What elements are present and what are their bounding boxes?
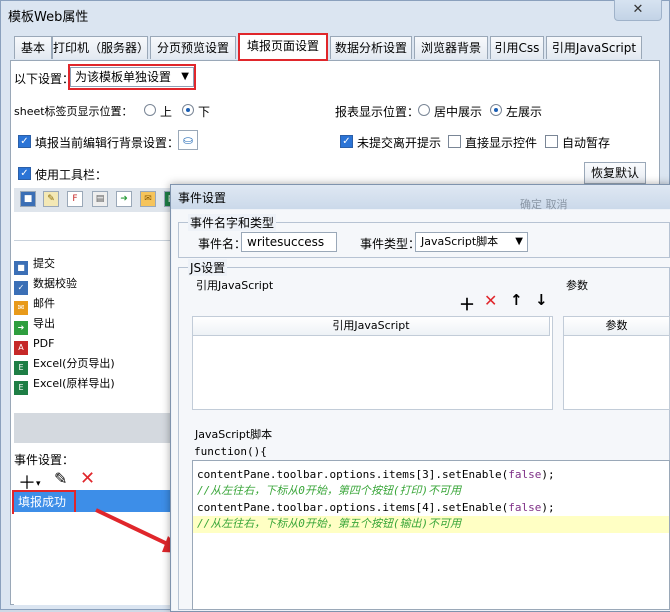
code-line-2: //从左往右，下标从0开始，第四个按钮(打印)不可用: [197, 484, 462, 497]
tab-paging-preview[interactable]: 分页预览设置: [150, 36, 236, 59]
use-toolbar-checkbox[interactable]: ✓: [18, 167, 31, 180]
event-type-label: 事件类型：: [360, 237, 421, 251]
toolbar-strip: ■ ✎ F ▤ ➜ ✉ ▦: [14, 188, 180, 213]
export-icon: ➜: [14, 321, 28, 335]
save-icon[interactable]: ■: [20, 191, 36, 207]
event-name-field[interactable]: writesuccess: [241, 232, 337, 252]
fill-bg-label: 填报当前编辑行背景设置：: [35, 136, 180, 150]
use-toolbar-label: 使用工具栏：: [35, 168, 108, 182]
scope-highlight: [68, 64, 196, 90]
pdf-icon: A: [14, 341, 28, 355]
scope-label: 以下设置：: [14, 72, 75, 86]
event-settings-label: 事件设置：: [14, 453, 75, 467]
event-name-label: 事件名：: [198, 237, 247, 251]
list-item-validate[interactable]: ✓ 数据校验: [14, 274, 172, 295]
list-item-excel-original[interactable]: E Excel(原样导出): [14, 374, 172, 395]
excel-icon: E: [14, 381, 28, 395]
js-script-label: JavaScript脚本: [195, 428, 273, 441]
list-item-export[interactable]: ➜ 导出: [14, 314, 172, 335]
keyword-false: false: [508, 468, 542, 481]
sheet-tab-top-radio[interactable]: [144, 104, 156, 116]
tab-fill-page-settings[interactable]: 填报页面设置: [238, 33, 328, 61]
event-type-select[interactable]: JavaScript脚本 ▼: [415, 232, 528, 252]
tab-data-analysis[interactable]: 数据分析设置: [330, 36, 412, 59]
mail-icon: ✉: [14, 301, 28, 315]
move-up-icon[interactable]: ↑: [510, 291, 523, 309]
window-title: 模板Web属性: [8, 10, 89, 25]
report-center-radio[interactable]: [418, 104, 430, 116]
keyword-false: false: [508, 501, 542, 514]
tab-ref-css[interactable]: 引用Css: [490, 36, 544, 59]
report-center-label: 居中展示: [434, 105, 483, 119]
tab-browser-background[interactable]: 浏览器背景: [414, 36, 488, 59]
list-item-label: PDF: [33, 337, 55, 350]
dialog-titlebar: [171, 185, 670, 209]
list-item-label: 提交: [33, 257, 55, 270]
tab-ref-javascript[interactable]: 引用JavaScript: [546, 36, 642, 59]
excel-icon: E: [14, 361, 28, 375]
delete-event-icon[interactable]: ✕: [80, 468, 95, 489]
ref-js-column-header[interactable]: 引用JavaScript: [192, 316, 550, 336]
sheet-tab-bottom-label: 下: [198, 105, 211, 119]
js-settings-label: JS设置: [188, 259, 228, 276]
list-item-mail[interactable]: ✉ 邮件: [14, 294, 172, 315]
restore-default-button[interactable]: 恢复默认: [584, 162, 646, 184]
list-item-label: 数据校验: [33, 277, 77, 290]
sheet-tab-top-label: 上: [160, 105, 173, 119]
toolbar-preview-area: [14, 212, 174, 241]
check-icon: ✓: [14, 281, 28, 295]
autosave-label: 自动暂存: [562, 136, 611, 150]
list-item-label: Excel(原样导出): [33, 377, 115, 390]
list-item-label: 邮件: [33, 297, 55, 310]
tab-basic[interactable]: 基本: [14, 36, 52, 59]
tab-printer-server[interactable]: 打印机（服务器）: [52, 36, 149, 59]
params-label: 参数: [566, 279, 588, 292]
edit-event-icon[interactable]: ✎: [54, 469, 67, 488]
function-header: function(){: [194, 445, 267, 458]
js-code-editor[interactable]: contentPane.toolbar.options.items[3].set…: [192, 460, 670, 610]
report-left-radio[interactable]: [490, 104, 502, 116]
ref-js-label: 引用JavaScript: [196, 279, 274, 292]
list-item-label: 导出: [33, 317, 55, 330]
list-item-label: Excel(分页导出): [33, 357, 115, 370]
sheet-tab-position-label: sheet标签页显示位置：: [14, 105, 133, 118]
unsubmitted-prompt-checkbox[interactable]: ✓: [340, 135, 353, 148]
list-item-pdf[interactable]: A PDF: [14, 334, 172, 355]
print-icon[interactable]: ▤: [92, 191, 108, 207]
add-js-icon[interactable]: ＋: [459, 291, 475, 315]
close-button[interactable]: ✕: [614, 0, 662, 21]
code-line-3: contentPane.toolbar.options.items[4].set…: [197, 501, 555, 514]
list-item-submit[interactable]: ■ 提交: [14, 254, 172, 275]
list-gray-area: [14, 413, 174, 443]
event-item-fill-success[interactable]: 填报成功: [12, 490, 76, 514]
report-position-label: 报表显示位置：: [335, 105, 420, 119]
remove-js-icon[interactable]: ✕: [484, 291, 497, 310]
code-line-4: //从左往右，下标从0开始，第五个按钮(输出)不可用: [197, 517, 462, 530]
list-item-excel-paged[interactable]: E Excel(分页导出): [14, 354, 172, 375]
code-line-1: contentPane.toolbar.options.items[3].set…: [197, 468, 555, 481]
move-down-icon[interactable]: ↓: [535, 291, 548, 309]
report-left-label: 左展示: [506, 105, 543, 119]
submit-icon: ■: [14, 261, 28, 275]
export-icon[interactable]: ➜: [116, 191, 132, 207]
edit-icon[interactable]: ✎: [43, 191, 59, 207]
mail-icon[interactable]: ✉: [140, 191, 156, 207]
sheet-tab-bottom-radio[interactable]: [182, 104, 194, 116]
direct-controls-label: 直接显示控件: [465, 136, 538, 150]
autosave-checkbox[interactable]: [545, 135, 558, 148]
paint-bucket-icon[interactable]: ⛀: [178, 130, 198, 150]
name-type-group-label: 事件名字和类型: [188, 214, 277, 231]
params-column-header[interactable]: 参数: [563, 316, 670, 336]
pdf-export-icon[interactable]: F: [67, 191, 83, 207]
chevron-down-icon: ▼: [515, 236, 523, 247]
direct-controls-checkbox[interactable]: [448, 135, 461, 148]
fill-bg-checkbox[interactable]: ✓: [18, 135, 31, 148]
dialog-title: 事件设置: [178, 191, 227, 205]
event-type-value: JavaScript脚本: [421, 235, 499, 248]
unsubmitted-prompt-label: 未提交离开提示: [357, 136, 442, 150]
